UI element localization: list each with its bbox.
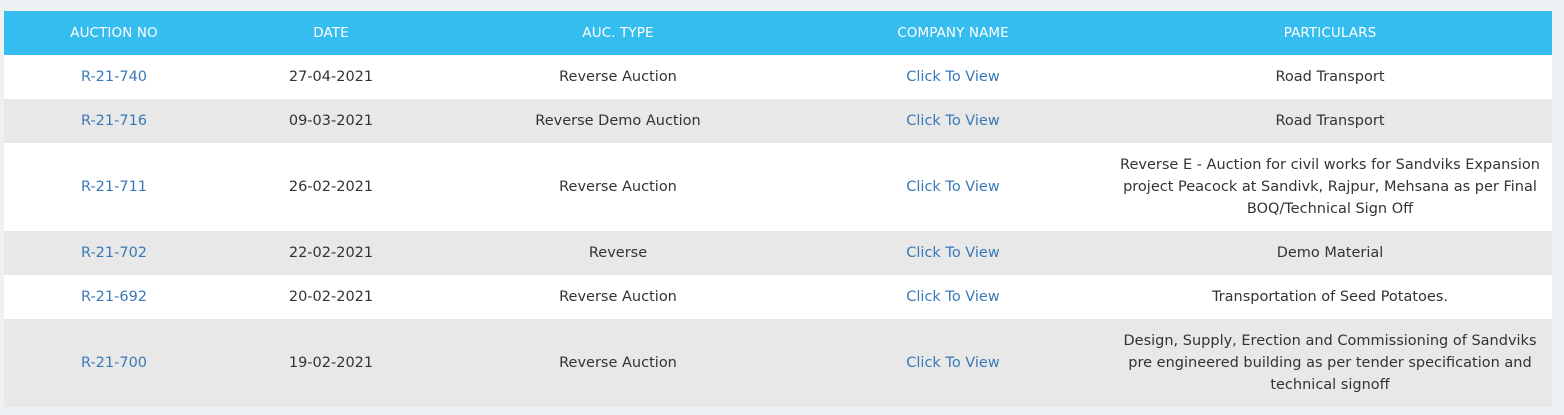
company-name-link[interactable]: Click To View — [906, 113, 999, 129]
auction-number-link[interactable]: R-21-700 — [81, 355, 147, 371]
company-name-link[interactable]: Click To View — [906, 289, 999, 305]
auction-type: Reverse Auction — [438, 55, 798, 99]
table-header-row: AUCTION NO DATE AUC. TYPE COMPANY NAME P… — [4, 11, 1552, 55]
auction-number-link[interactable]: R-21-716 — [81, 113, 147, 129]
auction-date: 26-02-2021 — [224, 143, 438, 231]
table-row: R-21-716 09-03-2021 Reverse Demo Auction… — [4, 99, 1552, 143]
auction-number-link[interactable]: R-21-711 — [81, 179, 147, 195]
auction-particulars: Reverse E - Auction for civil works for … — [1108, 143, 1552, 231]
auction-particulars: Road Transport — [1108, 55, 1552, 99]
auction-number-link[interactable]: R-21-740 — [81, 69, 147, 85]
auction-date: 22-02-2021 — [224, 231, 438, 275]
auction-date: 09-03-2021 — [224, 99, 438, 143]
table-row: R-21-711 26-02-2021 Reverse Auction Clic… — [4, 143, 1552, 231]
table-row: R-21-702 22-02-2021 Reverse Click To Vie… — [4, 231, 1552, 275]
auction-number-link[interactable]: R-21-692 — [81, 289, 147, 305]
company-name-link[interactable]: Click To View — [906, 355, 999, 371]
company-name-link[interactable]: Click To View — [906, 69, 999, 85]
auction-particulars: Demo Material — [1108, 231, 1552, 275]
auction-particulars: Transportation of Seed Potatoes. — [1108, 275, 1552, 319]
column-header-company-name[interactable]: COMPANY NAME — [798, 11, 1108, 55]
column-header-auction-no[interactable]: AUCTION NO — [4, 11, 224, 55]
auction-table-container: AUCTION NO DATE AUC. TYPE COMPANY NAME P… — [4, 11, 1552, 407]
auction-particulars: Road Transport — [1108, 99, 1552, 143]
column-header-date[interactable]: DATE — [224, 11, 438, 55]
company-name-link[interactable]: Click To View — [906, 179, 999, 195]
auction-date: 27-04-2021 — [224, 55, 438, 99]
auction-particulars: Design, Supply, Erection and Commissioni… — [1108, 319, 1552, 407]
company-name-link[interactable]: Click To View — [906, 245, 999, 261]
column-header-auc-type[interactable]: AUC. TYPE — [438, 11, 798, 55]
auction-type: Reverse Auction — [438, 319, 798, 407]
auction-type: Reverse — [438, 231, 798, 275]
table-row: R-21-740 27-04-2021 Reverse Auction Clic… — [4, 55, 1552, 99]
auction-date: 19-02-2021 — [224, 319, 438, 407]
auction-type: Reverse Auction — [438, 275, 798, 319]
auction-date: 20-02-2021 — [224, 275, 438, 319]
table-row: R-21-692 20-02-2021 Reverse Auction Clic… — [4, 275, 1552, 319]
column-header-particulars[interactable]: PARTICULARS — [1108, 11, 1552, 55]
auction-type: Reverse Auction — [438, 143, 798, 231]
table-row: R-21-700 19-02-2021 Reverse Auction Clic… — [4, 319, 1552, 407]
auction-number-link[interactable]: R-21-702 — [81, 245, 147, 261]
auction-type: Reverse Demo Auction — [438, 99, 798, 143]
auction-table: AUCTION NO DATE AUC. TYPE COMPANY NAME P… — [4, 11, 1552, 407]
